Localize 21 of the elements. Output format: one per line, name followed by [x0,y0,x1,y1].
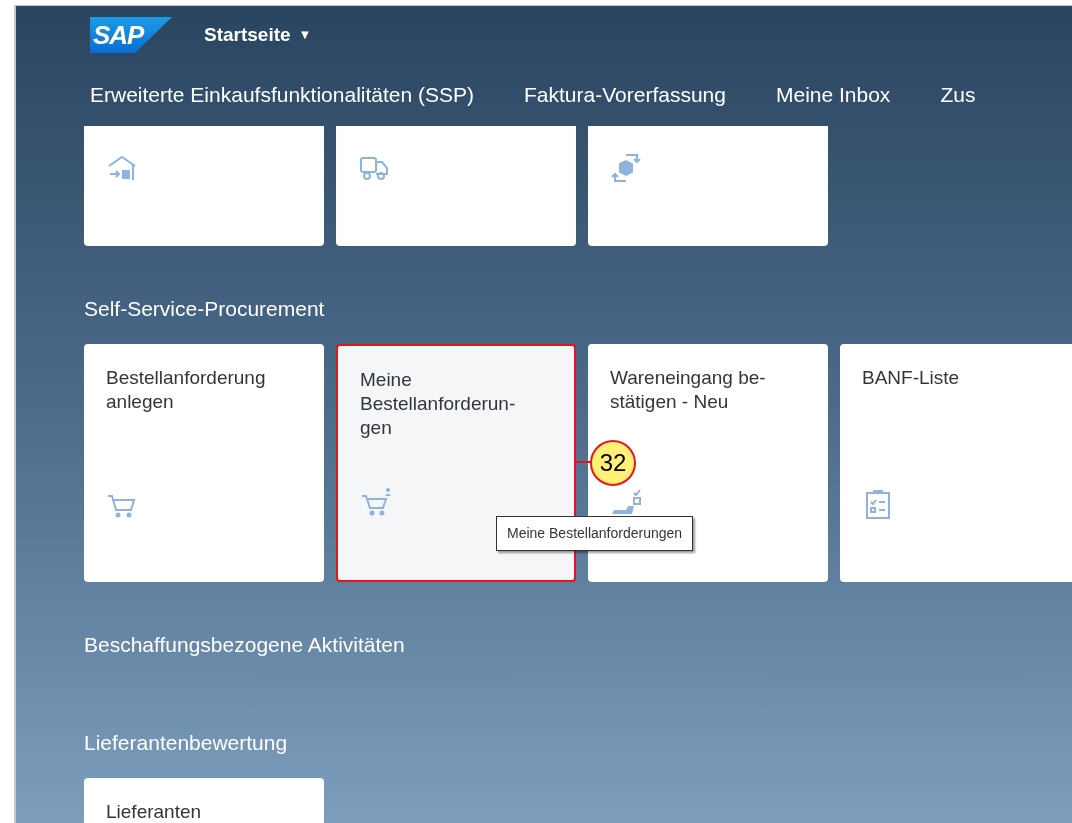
app-tile[interactable]: Bestellanforderung anlegen [84,344,324,582]
section-title: Lieferantenbewertung [84,730,289,756]
leader-line [576,461,592,463]
cart-person-icon [360,486,392,518]
app-tile[interactable]: Lieferanten [84,778,324,823]
tile-title: Wareneingang be- stätigen - Neu [610,366,767,414]
tile-title: Bestellanforderung anlegen [106,366,267,414]
app-tile[interactable]: BANF-Liste [840,344,1072,582]
box-cycle-icon [610,152,642,184]
home-menu-button[interactable]: Startseite ▼ [204,20,312,50]
nav-tab[interactable]: Erweiterte Einkaufsfunktionalitäten (SSP) [90,79,475,111]
tile-title: Meine Bestellanforderun- gen [360,368,517,440]
nav-tab[interactable]: Meine Inbox [775,79,891,111]
nav-tab[interactable]: Zus [940,79,976,111]
section-title: Beschaffungsbezogene Aktivitäten [84,632,406,658]
nav-tab[interactable]: Faktura-Vorerfassung [524,79,726,111]
tile-title: Lieferanten [106,800,203,823]
tile-title: BANF-Liste [862,366,961,390]
sap-logo: SAP [90,17,172,53]
tooltip: Meine Bestellanforderungen [496,516,694,551]
section-title: Self-Service-Procurement [84,296,326,322]
